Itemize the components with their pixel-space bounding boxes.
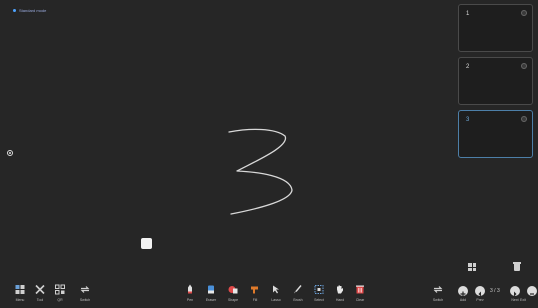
add-page-button[interactable] bbox=[458, 286, 468, 297]
lasso-tool[interactable]: Lasso bbox=[266, 278, 286, 308]
hand-icon bbox=[337, 285, 343, 294]
page-thumb-3[interactable]: 3 bbox=[458, 110, 533, 158]
page-thumb-2[interactable]: 2 bbox=[458, 57, 533, 105]
floating-cursor-handle[interactable] bbox=[141, 238, 152, 249]
page-counter: 3 / 3 bbox=[490, 288, 500, 294]
shape-icon bbox=[228, 286, 238, 294]
fill-icon bbox=[251, 286, 258, 294]
pen-icon bbox=[188, 284, 192, 294]
shape-tool[interactable]: Shape bbox=[223, 278, 243, 308]
eraser-tool[interactable]: Eraser bbox=[201, 278, 221, 308]
handwritten-stroke-3 bbox=[228, 128, 293, 215]
pen-tool[interactable]: Pen bbox=[180, 278, 200, 308]
page-close-icon[interactable] bbox=[521, 63, 527, 69]
eraser-icon bbox=[208, 285, 214, 294]
hand-tool[interactable]: Hand bbox=[330, 278, 350, 308]
qr-label: QR bbox=[57, 298, 63, 302]
drawing-canvas[interactable] bbox=[0, 0, 455, 278]
tool-button[interactable]: Tool bbox=[30, 278, 50, 308]
clear-tool[interactable]: Clear bbox=[350, 278, 370, 308]
prev-label: Prev bbox=[476, 298, 484, 302]
prev-page-button[interactable] bbox=[475, 286, 485, 297]
trash-icon[interactable] bbox=[513, 262, 521, 271]
exit-button[interactable] bbox=[527, 286, 537, 296]
switch-left-button[interactable]: Switch bbox=[75, 278, 95, 308]
qr-button[interactable]: QR bbox=[50, 278, 70, 308]
brush-tool[interactable]: Brush bbox=[288, 278, 308, 308]
fill-tool[interactable]: Fill bbox=[245, 278, 265, 308]
switch-icon bbox=[433, 286, 443, 293]
page-thumb-1[interactable]: 1 bbox=[458, 4, 533, 52]
switch-left-label: Switch bbox=[79, 298, 91, 302]
brush-icon bbox=[294, 285, 302, 294]
clear-icon bbox=[356, 285, 364, 294]
qr-icon bbox=[55, 284, 65, 295]
grid-view-icon[interactable] bbox=[468, 263, 476, 271]
page-thumb-number: 1 bbox=[466, 11, 470, 17]
page-close-icon[interactable] bbox=[521, 10, 527, 16]
clear-label: Clear bbox=[355, 298, 365, 302]
select-icon bbox=[314, 285, 324, 294]
menu-icon bbox=[15, 285, 25, 294]
exit-label: Exit bbox=[520, 298, 526, 302]
switch-right-label: Switch bbox=[432, 298, 444, 302]
next-page-button[interactable] bbox=[510, 286, 520, 297]
whiteboard-screen: Standard mode 1 2 3 Menu Tool QR Switch … bbox=[0, 0, 538, 308]
tools-icon bbox=[35, 284, 45, 295]
menu-button[interactable]: Menu bbox=[10, 278, 30, 308]
side-panel-toggle-icon[interactable] bbox=[7, 150, 13, 156]
page-thumb-number: 2 bbox=[466, 64, 470, 70]
select-tool[interactable]: Select bbox=[309, 278, 329, 308]
switch-right-button[interactable]: Switch bbox=[428, 278, 448, 308]
switch-icon bbox=[80, 286, 90, 293]
page-close-icon[interactable] bbox=[521, 116, 527, 122]
lasso-icon bbox=[273, 285, 279, 294]
page-thumb-number: 3 bbox=[466, 117, 470, 123]
